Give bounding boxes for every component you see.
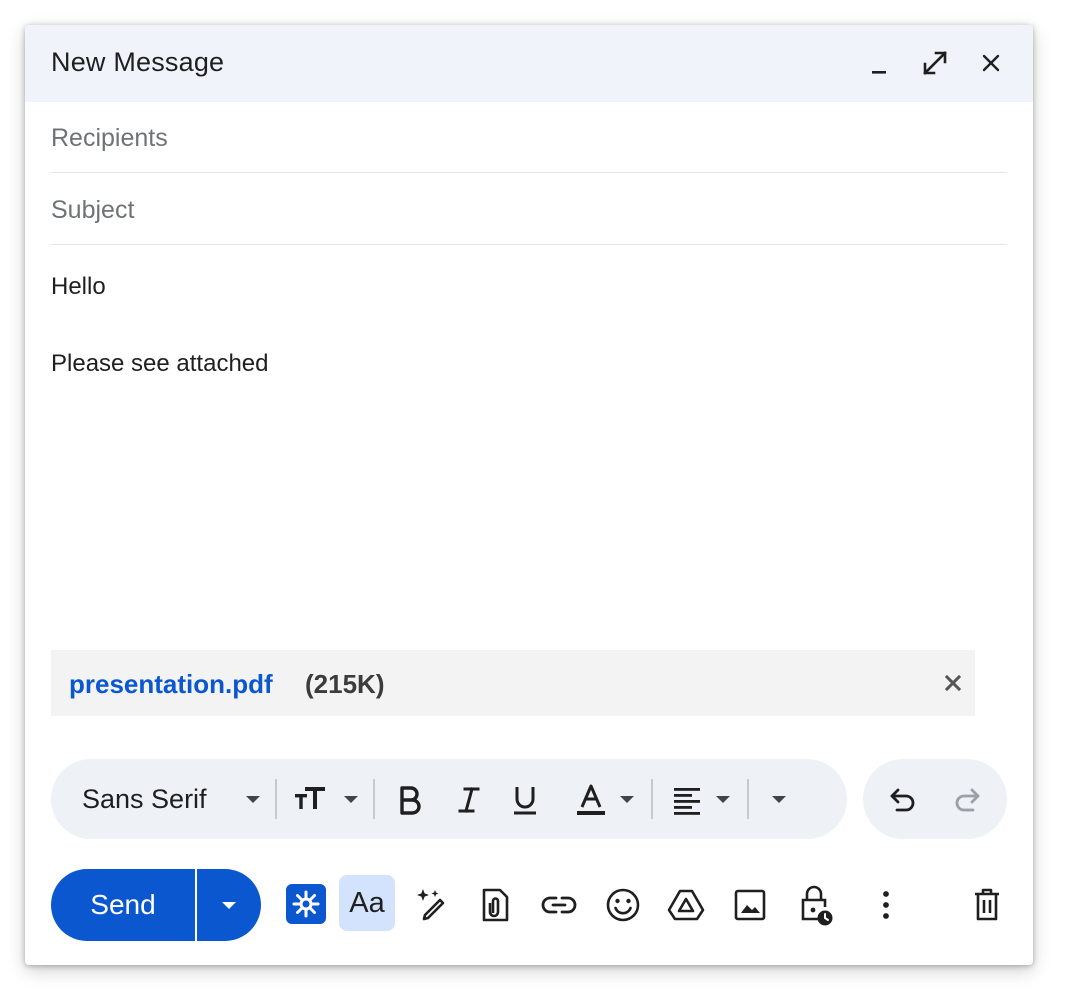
italic-icon[interactable] — [451, 781, 487, 817]
subject-field[interactable]: Subject — [51, 174, 1007, 245]
attachment-chip[interactable]: presentation.pdf (215K) — [51, 650, 975, 716]
remove-attachment-icon[interactable] — [941, 671, 965, 695]
toolbar-divider — [275, 779, 277, 819]
recipients-field[interactable]: Recipients — [51, 102, 1007, 173]
minimize-icon[interactable] — [861, 45, 897, 81]
recipients-placeholder: Recipients — [51, 124, 168, 152]
insert-link-icon[interactable] — [539, 887, 579, 923]
body-line: Please see attached — [51, 350, 269, 377]
underline-icon[interactable] — [507, 781, 543, 817]
body-line: Hello — [51, 273, 106, 300]
send-label: Send — [90, 889, 156, 920]
toolbar-divider — [373, 779, 375, 819]
compose-header: New Message — [25, 25, 1033, 102]
formatting-options-label: Aa — [349, 887, 385, 919]
send-options-button[interactable] — [197, 869, 261, 941]
help-me-write-icon[interactable] — [413, 885, 451, 923]
formatting-options-button[interactable]: Aa — [339, 875, 395, 931]
font-family-label[interactable]: Sans Serif — [82, 784, 207, 815]
emoji-icon[interactable] — [603, 885, 643, 925]
attach-file-icon[interactable] — [476, 885, 514, 925]
compose-title: New Message — [51, 47, 225, 77]
more-options-icon[interactable] — [871, 885, 901, 925]
text-color-dropdown-icon[interactable] — [613, 785, 641, 813]
text-color-icon[interactable] — [573, 781, 609, 817]
discard-draft-icon[interactable] — [968, 885, 1006, 925]
attachment-size: (215K) — [305, 669, 385, 699]
undo-icon[interactable] — [885, 781, 921, 817]
subject-placeholder: Subject — [51, 196, 135, 224]
align-dropdown-icon[interactable] — [709, 785, 737, 813]
history-toolbar — [863, 759, 1007, 839]
insert-photo-icon[interactable] — [731, 885, 769, 925]
formatting-toolbar: Sans Serif — [51, 759, 847, 839]
text-size-icon[interactable] — [291, 781, 335, 817]
google-drive-icon[interactable] — [666, 885, 706, 925]
redo-icon[interactable] — [949, 781, 985, 817]
font-family-dropdown-icon[interactable] — [239, 785, 267, 813]
align-icon[interactable] — [669, 781, 705, 817]
confidential-mode-icon[interactable] — [795, 881, 835, 927]
more-formatting-icon[interactable] — [765, 785, 793, 813]
bold-icon[interactable] — [391, 781, 427, 817]
expand-icon[interactable] — [917, 45, 953, 81]
chevron-down-icon — [222, 902, 236, 909]
attachment-filename[interactable]: presentation.pdf — [69, 669, 273, 700]
toolbar-divider — [651, 779, 653, 819]
toolbar-divider — [747, 779, 749, 819]
close-icon[interactable] — [973, 45, 1009, 81]
compose-window: New Message Recipients Subject Hello Ple… — [25, 25, 1033, 965]
send-button[interactable]: Send — [51, 869, 195, 941]
text-size-dropdown-icon[interactable] — [337, 785, 365, 813]
gemini-icon[interactable] — [285, 883, 327, 925]
